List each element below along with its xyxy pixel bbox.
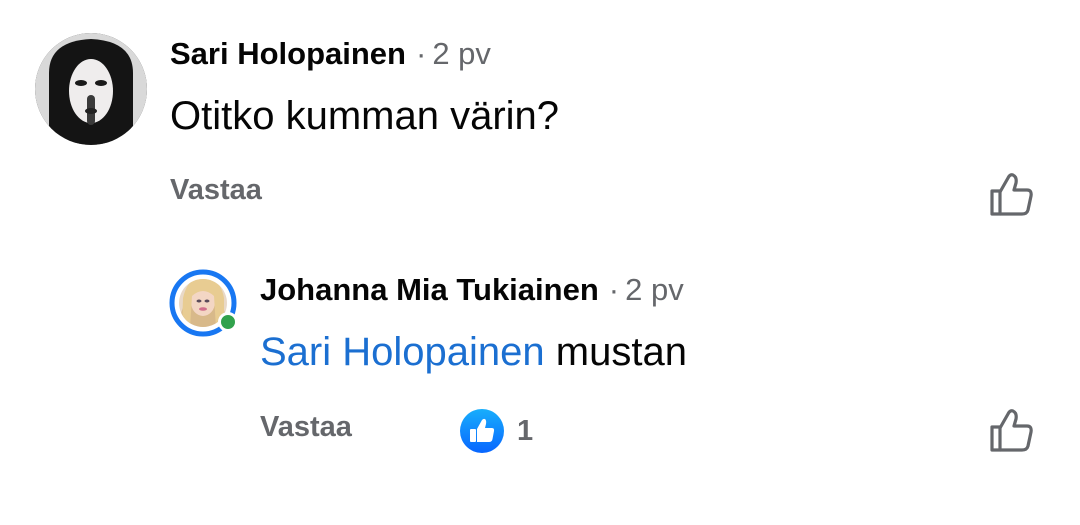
reaction-summary[interactable]: 1 xyxy=(459,408,533,454)
reaction-count: 1 xyxy=(517,414,534,447)
comment-time[interactable]: 2 pv xyxy=(432,36,491,71)
comment-author[interactable]: Sari Holopainen xyxy=(170,36,406,71)
comment-text: Otitko kumman värin? xyxy=(170,94,560,138)
mention-link[interactable]: Sari Holopainen xyxy=(260,330,545,374)
reply-text: Sari Holopainen mustan xyxy=(260,330,687,375)
separator: · xyxy=(608,272,620,307)
avatar[interactable] xyxy=(35,33,147,145)
reply-time[interactable]: 2 pv xyxy=(625,272,684,307)
reply-button[interactable]: Vastaa xyxy=(260,411,352,444)
avatar-photo xyxy=(35,33,147,145)
reply-author[interactable]: Johanna Mia Tukiainen xyxy=(260,272,599,307)
thumbs-up-icon[interactable] xyxy=(987,170,1035,218)
separator: · xyxy=(415,36,427,71)
like-reaction-icon xyxy=(460,409,504,453)
reply-body: mustan xyxy=(555,330,687,374)
reply-button[interactable]: Vastaa xyxy=(170,174,262,207)
online-status-dot xyxy=(218,312,238,332)
thumbs-up-icon[interactable] xyxy=(987,406,1035,454)
avatar[interactable] xyxy=(168,268,238,338)
